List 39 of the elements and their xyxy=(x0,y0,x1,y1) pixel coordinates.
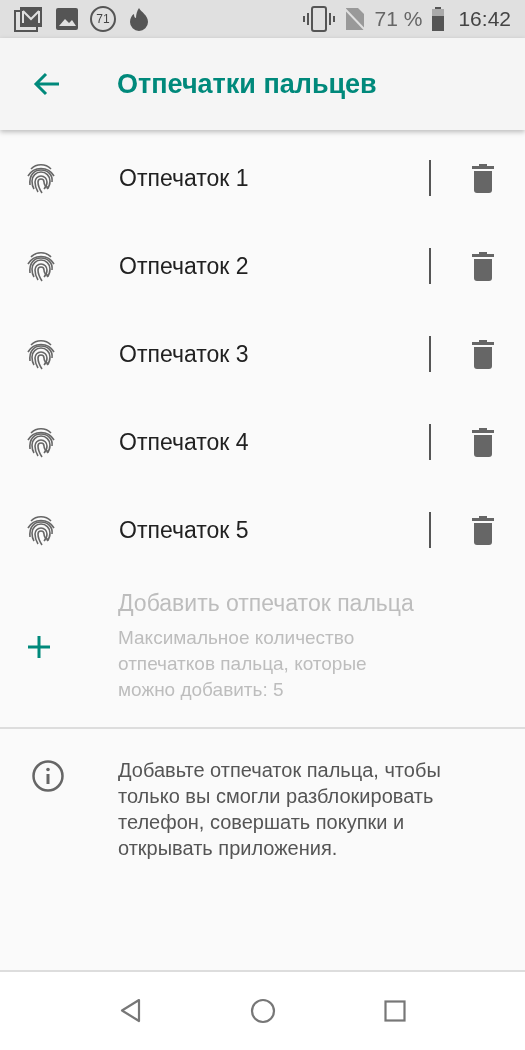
fingerprint-icon xyxy=(24,161,58,195)
fingerprint-icon xyxy=(24,513,58,547)
fingerprint-item[interactable]: Отпечаток 3 xyxy=(0,310,525,398)
vibrate-icon xyxy=(302,6,335,32)
add-fingerprint-label: Добавить отпечаток пальца xyxy=(118,590,415,617)
clock: 16:42 xyxy=(458,7,511,31)
fingerprint-name: Отпечаток 4 xyxy=(119,428,250,456)
fingerprint-item[interactable]: Отпечаток 5 xyxy=(0,486,525,574)
no-sim-icon xyxy=(344,7,365,31)
fingerprint-name: Отпечаток 1 xyxy=(119,164,250,192)
fingerprint-icon xyxy=(24,337,58,371)
triangle-icon xyxy=(119,998,142,1024)
mail-icon xyxy=(14,6,44,32)
info-text: Добавьте отпечаток пальца, чтобы только вы смогли разблокировать телефон, совершать покупки и открывать приложения. xyxy=(118,758,442,861)
trash-icon xyxy=(471,251,495,281)
fingerprint-name: Отпечаток 2 xyxy=(119,252,250,280)
image-icon xyxy=(56,8,78,30)
square-icon xyxy=(383,1000,406,1022)
info-icon xyxy=(31,759,65,793)
circle-icon xyxy=(249,998,276,1024)
trash-icon xyxy=(471,163,495,193)
trash-icon xyxy=(471,427,495,457)
battery-icon xyxy=(432,7,445,31)
fingerprint-name: Отпечаток 5 xyxy=(119,516,250,544)
fingerprint-icon xyxy=(24,425,58,459)
plus-icon xyxy=(27,634,51,659)
flame-icon xyxy=(128,7,150,31)
fingerprint-item[interactable]: Отпечаток 4 xyxy=(0,398,525,486)
fingerprint-item[interactable]: Отпечаток 1 xyxy=(0,134,525,222)
trash-icon xyxy=(471,339,495,369)
back-arrow-icon xyxy=(33,72,61,96)
fingerprint-name: Отпечаток 3 xyxy=(119,340,250,368)
notification-count: 71 xyxy=(90,6,116,32)
max-count-note: Максимальное количество отпечатков пальца, которые можно добавить: 5 xyxy=(118,626,368,702)
trash-icon xyxy=(471,515,495,545)
fingerprint-icon xyxy=(24,249,58,283)
screen-title: Отпечатки пальцев xyxy=(117,68,377,100)
fingerprint-item[interactable]: Отпечаток 2 xyxy=(0,222,525,310)
battery-percent: 71 % xyxy=(374,7,423,31)
